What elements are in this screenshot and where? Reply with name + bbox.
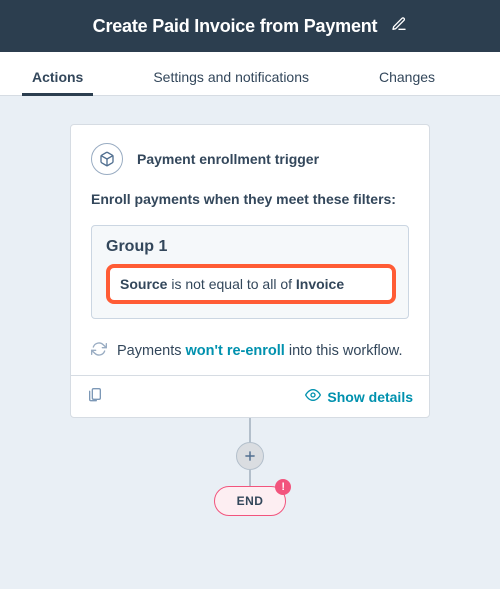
rule-value: Invoice xyxy=(296,276,344,292)
tab-actions[interactable]: Actions xyxy=(22,57,93,95)
card-footer: Show details xyxy=(71,375,429,417)
end-node[interactable]: END ! xyxy=(214,486,287,516)
trigger-description: Enroll payments when they meet these fil… xyxy=(91,189,409,209)
copy-icon[interactable] xyxy=(87,386,103,407)
alert-badge-icon: ! xyxy=(275,479,291,495)
filter-rule[interactable]: Source is not equal to all of Invoice xyxy=(106,264,396,304)
trigger-card[interactable]: Payment enrollment trigger Enroll paymen… xyxy=(70,124,430,418)
reenroll-link[interactable]: won't re-enroll xyxy=(186,343,285,359)
tabs: Actions Settings and notifications Chang… xyxy=(0,52,500,96)
show-details-button[interactable]: Show details xyxy=(305,387,413,406)
connector-line xyxy=(249,418,251,442)
edit-icon[interactable] xyxy=(391,16,407,37)
payment-trigger-icon xyxy=(91,143,123,175)
header: Create Paid Invoice from Payment xyxy=(0,0,500,52)
page-title: Create Paid Invoice from Payment xyxy=(93,16,378,37)
reenroll-prefix: Payments xyxy=(117,343,181,359)
add-step-button[interactable] xyxy=(236,442,264,470)
trigger-title: Payment enrollment trigger xyxy=(137,151,319,167)
filter-group[interactable]: Group 1 Source is not equal to all of In… xyxy=(91,225,409,319)
rule-operator: is not equal to all of xyxy=(171,276,292,292)
reenroll-suffix: into this workflow. xyxy=(289,343,403,359)
workflow-canvas: Payment enrollment trigger Enroll paymen… xyxy=(0,96,500,516)
show-details-label: Show details xyxy=(327,389,413,405)
filter-group-title: Group 1 xyxy=(106,238,396,256)
refresh-icon xyxy=(91,341,107,361)
connector-line xyxy=(249,470,251,486)
reenroll-info: Payments won't re-enroll into this workf… xyxy=(91,341,409,361)
end-node-label: END xyxy=(237,494,264,508)
eye-icon xyxy=(305,387,321,406)
tab-settings[interactable]: Settings and notifications xyxy=(143,57,319,95)
rule-field: Source xyxy=(120,276,167,292)
tab-changes[interactable]: Changes xyxy=(369,57,445,95)
